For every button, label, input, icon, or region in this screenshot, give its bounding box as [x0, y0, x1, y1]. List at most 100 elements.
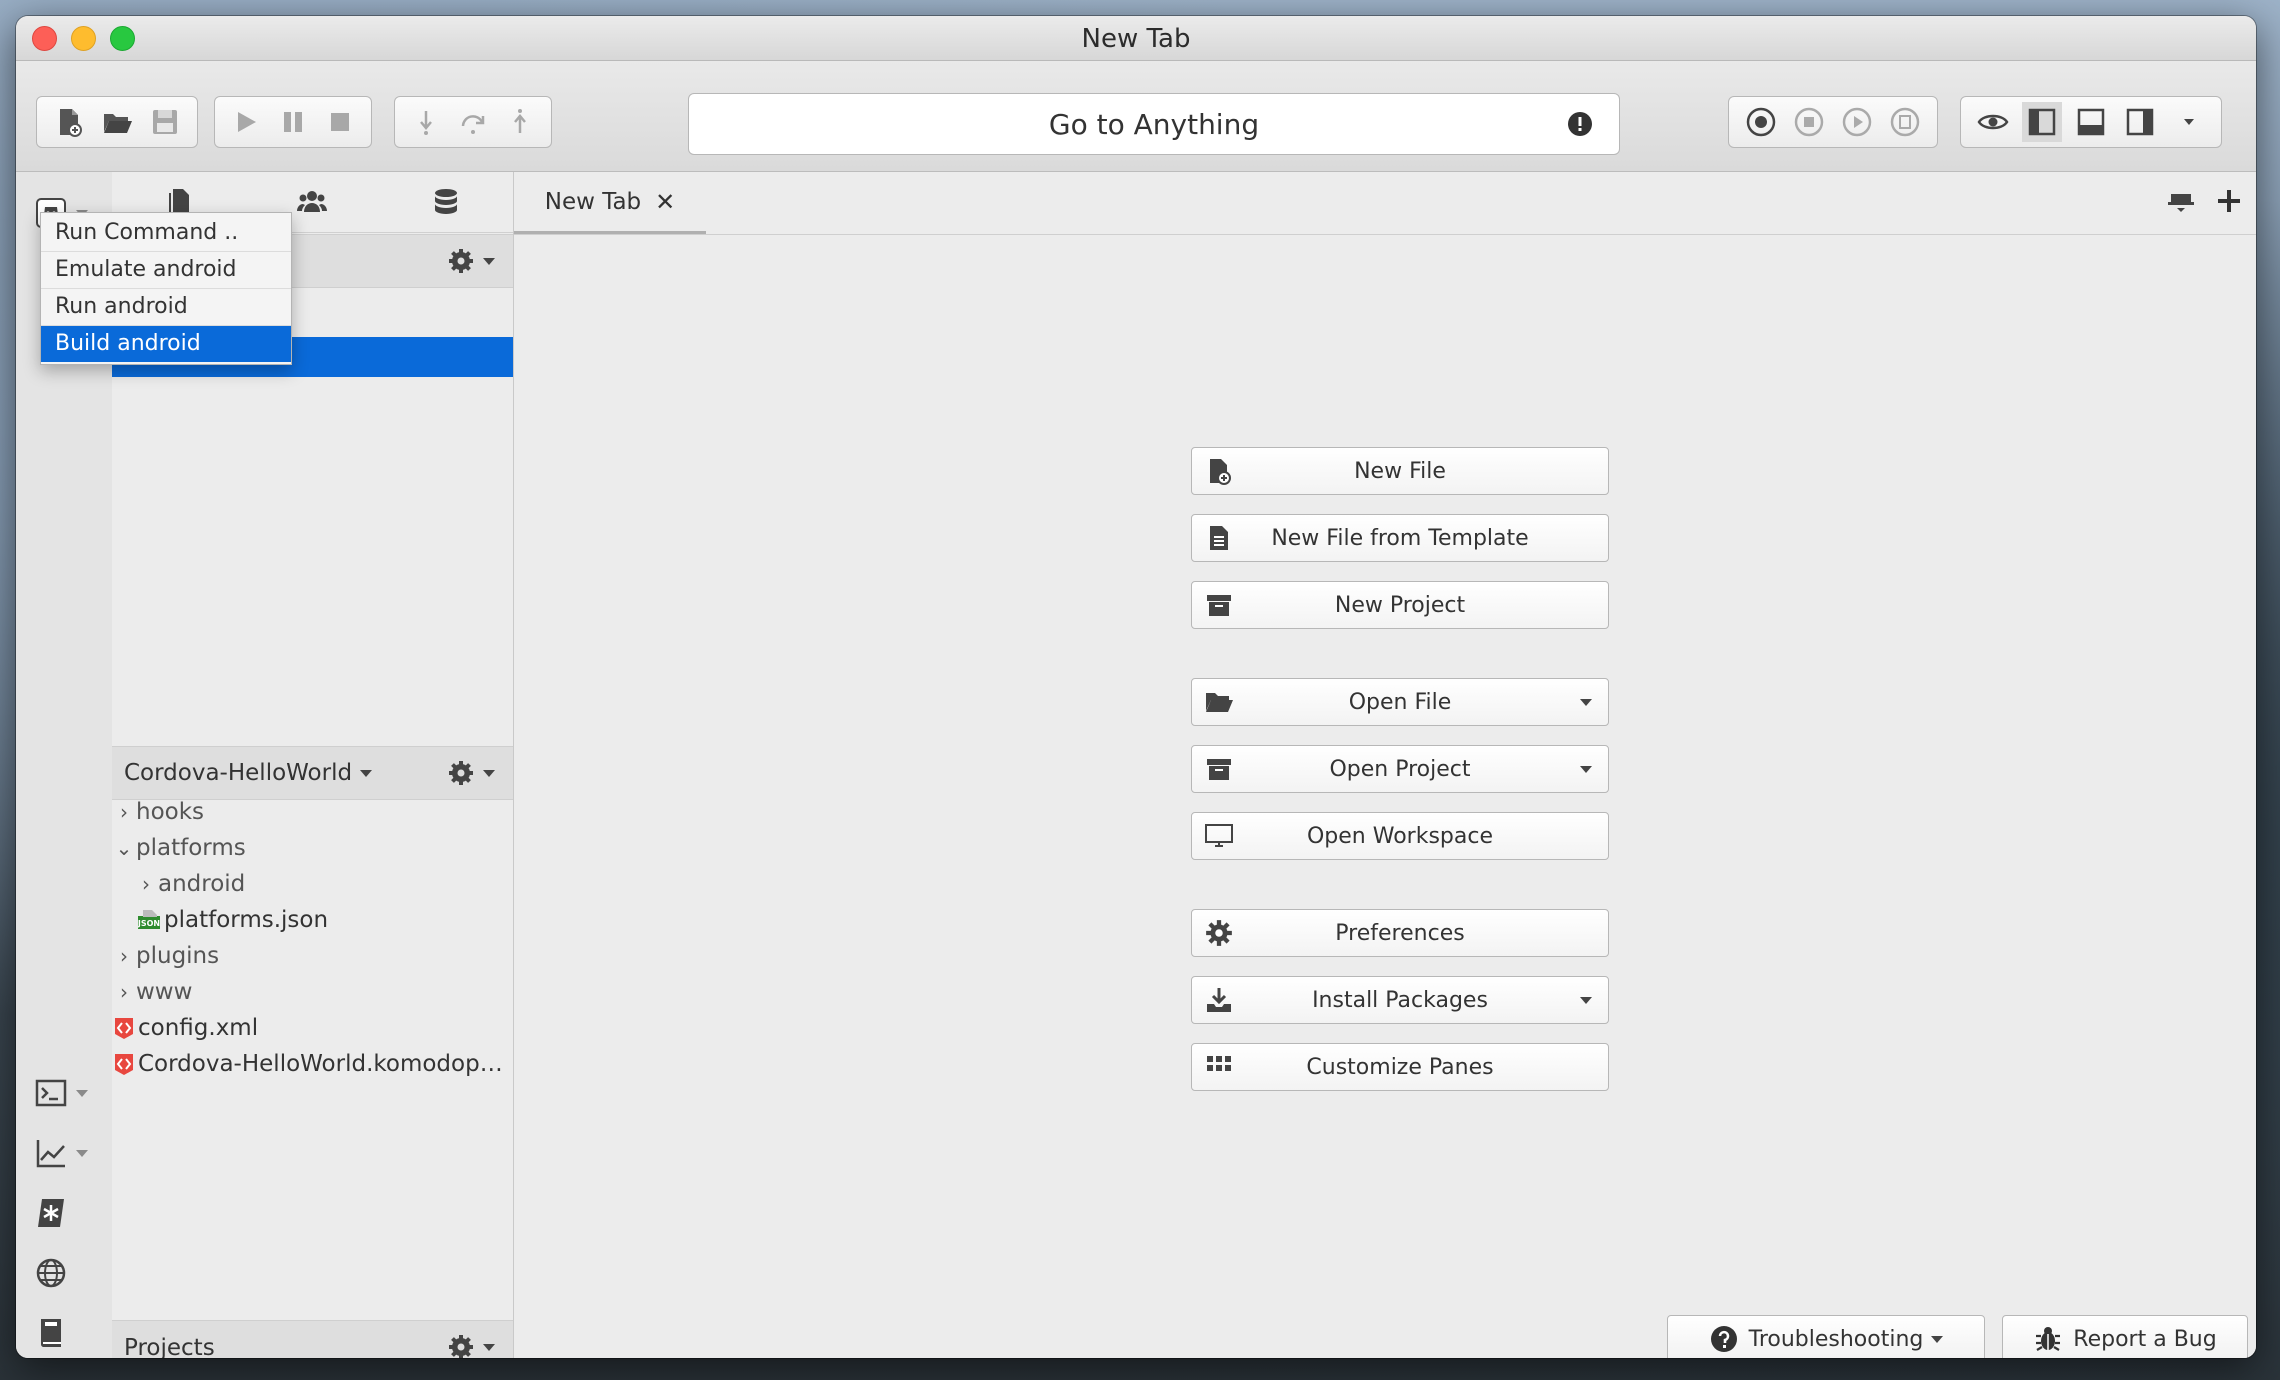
- customize-panes-action[interactable]: Customize Panes: [1191, 1043, 1609, 1091]
- asterisk-icon: [38, 1199, 64, 1227]
- download-icon: [1207, 988, 1231, 1012]
- chevron-down-icon: [360, 769, 373, 777]
- tree-row-platforms-json[interactable]: JSON platforms.json: [112, 902, 513, 938]
- archive-box-icon: [1207, 759, 1231, 780]
- svg-text:JSON: JSON: [138, 919, 160, 928]
- chevron-down-icon: [76, 1089, 88, 1097]
- chevron-down-icon[interactable]: ⌄: [112, 836, 136, 860]
- left-pane-toggle[interactable]: [2022, 102, 2063, 142]
- help-icon: [1710, 1326, 1737, 1352]
- tree-row-hooks[interactable]: › hooks: [112, 794, 513, 830]
- step-in-button[interactable]: [406, 102, 446, 142]
- tree-row-platforms[interactable]: ⌄ platforms: [112, 830, 513, 866]
- terminal-tool-button[interactable]: [34, 1070, 96, 1116]
- install-packages-action[interactable]: Install Packages: [1191, 976, 1609, 1024]
- projects-label: Projects: [124, 1335, 215, 1358]
- tree-row-config-xml[interactable]: config.xml: [112, 1010, 513, 1046]
- tab-list-icon[interactable]: [2166, 186, 2196, 216]
- chevron-down-icon: [483, 257, 495, 265]
- chevron-right-icon[interactable]: ›: [112, 944, 136, 968]
- archive-box-icon: [1207, 595, 1231, 616]
- preferences-action[interactable]: Preferences: [1191, 909, 1609, 957]
- gear-icon: [1206, 920, 1232, 946]
- new-file-action[interactable]: New File: [1191, 447, 1609, 495]
- xml-file-icon: [115, 1018, 133, 1039]
- close-icon[interactable]: ✕: [655, 188, 675, 216]
- grid-icon: [1207, 1056, 1231, 1071]
- template-file-icon: [1210, 526, 1228, 550]
- layout-menu-button[interactable]: [2169, 102, 2209, 142]
- users-icon[interactable]: [296, 186, 328, 218]
- step-over-icon: [461, 115, 485, 134]
- stop-macro-button[interactable]: [1789, 102, 1829, 142]
- save-icon: [153, 110, 177, 134]
- step-over-button[interactable]: [453, 102, 493, 142]
- go-to-anything-box[interactable]: Go to Anything: [688, 93, 1620, 155]
- new-file-icon: [60, 109, 82, 137]
- plus-icon[interactable]: [2214, 186, 2244, 216]
- tree-row-android[interactable]: › android: [112, 866, 513, 902]
- folder-open-icon: [104, 114, 132, 133]
- bottom-pane-toggle[interactable]: [2071, 102, 2111, 142]
- chevron-down-icon: [76, 1149, 88, 1157]
- main-toolbar: Go to Anything: [16, 61, 2256, 172]
- view-toggle-button[interactable]: [1973, 102, 2013, 142]
- database-icon[interactable]: [430, 186, 462, 218]
- stats-tool-button[interactable]: [34, 1130, 96, 1176]
- bug-icon: [2036, 1327, 2061, 1351]
- monitor-icon: [1205, 824, 1233, 847]
- right-pane-toggle[interactable]: [2120, 102, 2160, 142]
- chevron-down-icon: [483, 1343, 495, 1351]
- xml-file-icon: [115, 1054, 133, 1075]
- tree-row-komodoproject[interactable]: Cordova-HelloWorld.komodopr...: [112, 1046, 513, 1082]
- chevron-right-icon[interactable]: ›: [112, 800, 136, 824]
- tab-tools: [2166, 186, 2244, 216]
- projects-settings-button[interactable]: [447, 1333, 495, 1358]
- chevron-down-icon[interactable]: [1580, 997, 1592, 1004]
- record-icon: [1746, 107, 1776, 137]
- open-project-action[interactable]: Open Project: [1191, 745, 1609, 793]
- menu-item-run-android[interactable]: Run android: [41, 289, 291, 326]
- tree-row-www[interactable]: › www: [112, 974, 513, 1010]
- bottom-pane-icon: [2077, 108, 2105, 136]
- places-settings-button[interactable]: [447, 247, 495, 275]
- open-file-action[interactable]: Open File: [1191, 678, 1609, 726]
- docs-tool-button[interactable]: [34, 1310, 96, 1356]
- tree-row-plugins[interactable]: › plugins: [112, 938, 513, 974]
- chevron-right-icon[interactable]: ›: [134, 872, 158, 896]
- pause-button[interactable]: [273, 102, 313, 142]
- play-macro-button[interactable]: [1837, 102, 1877, 142]
- step-out-button[interactable]: [500, 102, 540, 142]
- chevron-right-icon[interactable]: ›: [112, 980, 136, 1004]
- new-file-from-template-action[interactable]: New File from Template: [1191, 514, 1609, 562]
- terminal-icon: [35, 1079, 67, 1107]
- troubleshooting-button[interactable]: Troubleshooting: [1667, 1315, 1985, 1358]
- open-file-button[interactable]: [97, 102, 137, 142]
- new-file-button[interactable]: [49, 102, 89, 142]
- browser-tool-button[interactable]: [34, 1250, 96, 1296]
- macro-record-group: [1728, 96, 1938, 148]
- menu-item-emulate-android[interactable]: Emulate android: [41, 252, 291, 289]
- gear-icon: [449, 249, 473, 273]
- save-macro-button[interactable]: [1885, 102, 1925, 142]
- menu-item-run-command[interactable]: Run Command ..: [41, 215, 291, 252]
- chevron-down-icon[interactable]: [1580, 699, 1592, 706]
- play-button[interactable]: [226, 102, 266, 142]
- tab-label: New Tab: [544, 188, 642, 215]
- project-settings-button[interactable]: [447, 759, 495, 787]
- record-macro-button[interactable]: [1741, 102, 1781, 142]
- report-bug-button[interactable]: Report a Bug: [2002, 1315, 2248, 1358]
- open-workspace-action[interactable]: Open Workspace: [1191, 812, 1609, 860]
- project-name: Cordova-HelloWorld: [124, 760, 353, 786]
- stop-button[interactable]: [320, 102, 360, 142]
- stop-icon: [330, 113, 349, 131]
- tab-new-tab[interactable]: New Tab ✕: [514, 172, 706, 234]
- menu-item-build-android[interactable]: Build android: [41, 326, 291, 362]
- alert-icon[interactable]: [1567, 111, 1593, 137]
- new-project-action[interactable]: New Project: [1191, 581, 1609, 629]
- project-pane-header[interactable]: Cordova-HelloWorld: [112, 746, 513, 800]
- json-file-icon: JSON: [138, 910, 160, 929]
- regex-tool-button[interactable]: [34, 1190, 96, 1236]
- chevron-down-icon[interactable]: [1580, 766, 1592, 773]
- save-button[interactable]: [145, 102, 185, 142]
